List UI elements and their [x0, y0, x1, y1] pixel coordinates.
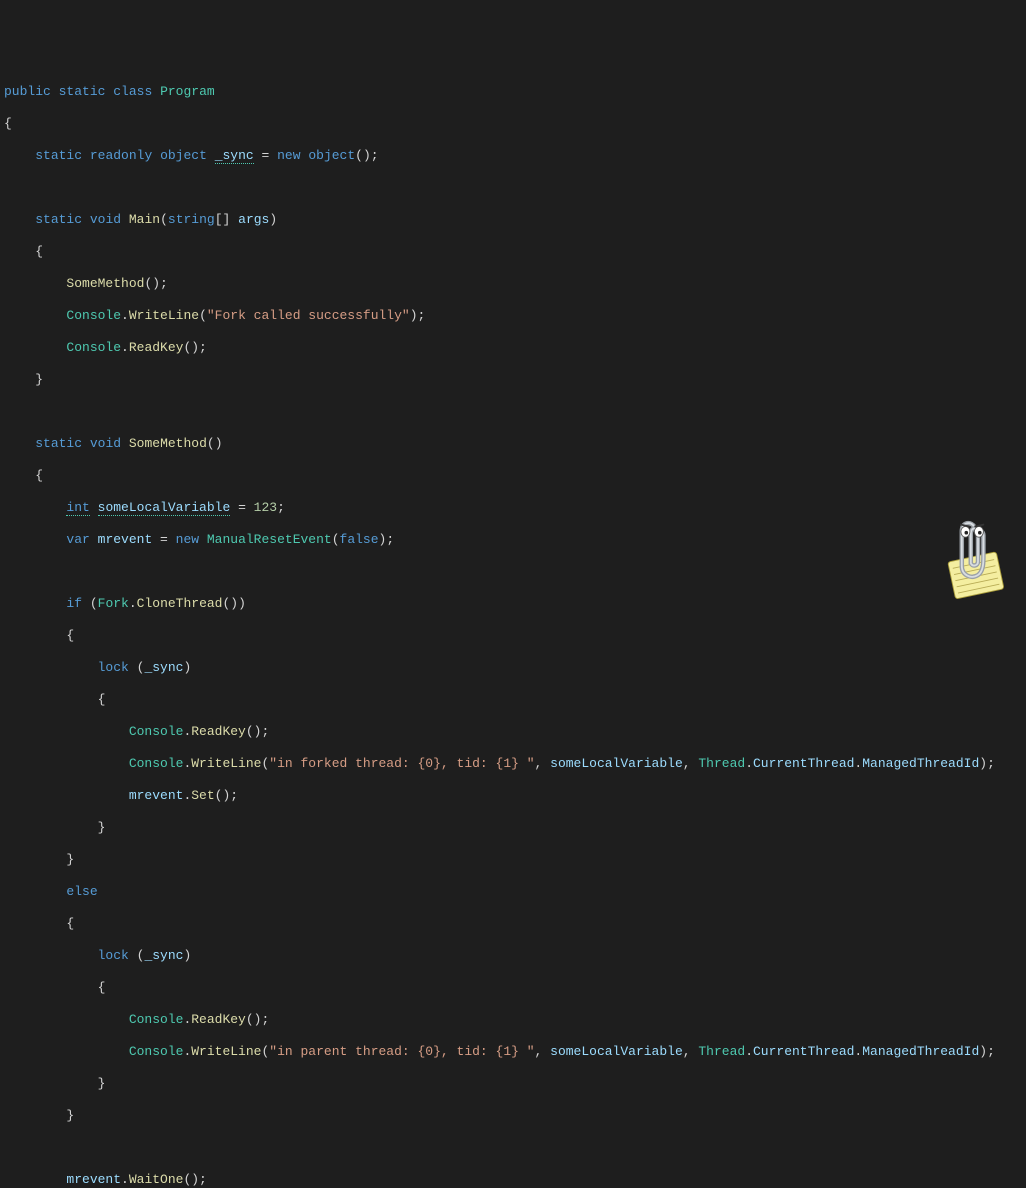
- code-line: lock (_sync): [4, 948, 1026, 964]
- code-line: if (Fork.CloneThread()): [4, 596, 1026, 612]
- code-line: }: [4, 820, 1026, 836]
- code-line: static void Main(string[] args): [4, 212, 1026, 228]
- code-line: }: [4, 1076, 1026, 1092]
- code-line: static void SomeMethod(): [4, 436, 1026, 452]
- code-line: else: [4, 884, 1026, 900]
- code-line: public static class Program: [4, 84, 1026, 100]
- code-line: }: [4, 1108, 1026, 1124]
- code-line: {: [4, 468, 1026, 484]
- code-line: mrevent.Set();: [4, 788, 1026, 804]
- code-line: {: [4, 980, 1026, 996]
- code-line: Console.WriteLine("in parent thread: {0}…: [4, 1044, 1026, 1060]
- code-line: [4, 564, 1026, 580]
- code-line: {: [4, 116, 1026, 132]
- code-line: SomeMethod();: [4, 276, 1026, 292]
- code-line: int someLocalVariable = 123;: [4, 500, 1026, 516]
- code-line: static readonly object _sync = new objec…: [4, 148, 1026, 164]
- code-line: {: [4, 692, 1026, 708]
- clippy-assistant-icon[interactable]: [924, 496, 1014, 586]
- code-line: [4, 404, 1026, 420]
- code-line: Console.ReadKey();: [4, 724, 1026, 740]
- code-line: [4, 1140, 1026, 1156]
- code-line: }: [4, 372, 1026, 388]
- code-line: var mrevent = new ManualResetEvent(false…: [4, 532, 1026, 548]
- code-line: [4, 180, 1026, 196]
- code-line: Console.ReadKey();: [4, 340, 1026, 356]
- code-editor[interactable]: public static class Program { static rea…: [4, 68, 1026, 1188]
- code-line: Console.WriteLine("Fork called successfu…: [4, 308, 1026, 324]
- code-line: Console.ReadKey();: [4, 1012, 1026, 1028]
- code-line: Console.WriteLine("in forked thread: {0}…: [4, 756, 1026, 772]
- code-line: lock (_sync): [4, 660, 1026, 676]
- code-line: mrevent.WaitOne();: [4, 1172, 1026, 1188]
- code-line: }: [4, 852, 1026, 868]
- code-line: {: [4, 916, 1026, 932]
- code-line: {: [4, 628, 1026, 644]
- code-line: {: [4, 244, 1026, 260]
